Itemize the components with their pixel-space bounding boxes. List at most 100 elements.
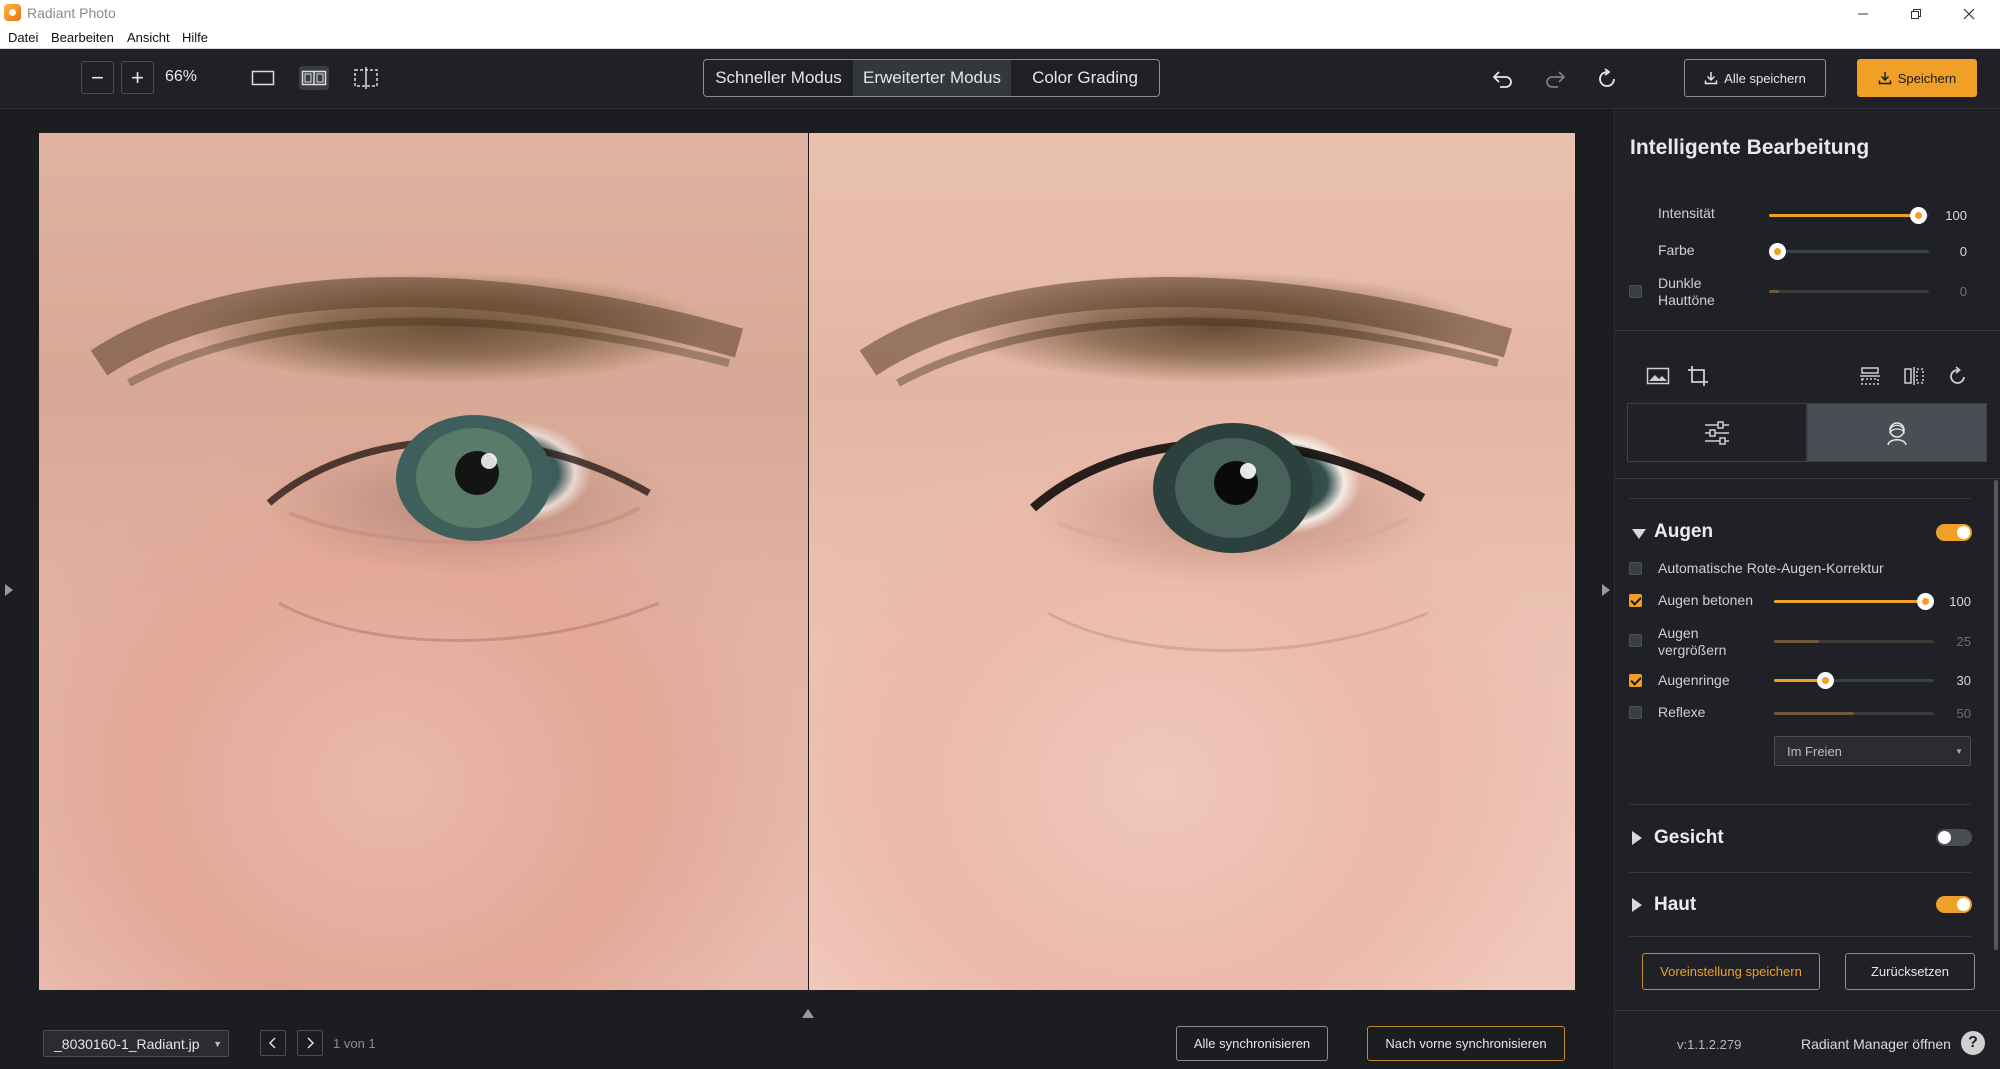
reflections-checkbox[interactable] — [1629, 706, 1642, 719]
dark-skin-checkbox[interactable] — [1629, 285, 1642, 298]
radiant-manager-link[interactable]: Radiant Manager öffnen — [1801, 1036, 1951, 1052]
prev-image-button[interactable] — [260, 1030, 286, 1056]
divider — [1615, 478, 2000, 479]
mode-switcher: Schneller Modus Erweiterter Modus Color … — [703, 59, 1160, 97]
sync-all-button[interactable]: Alle synchronisieren — [1176, 1026, 1328, 1061]
undo-button[interactable] — [1488, 64, 1518, 94]
close-button[interactable] — [1946, 0, 1992, 27]
reflections-mode-select[interactable]: Im Freien ▼ — [1774, 736, 1971, 766]
compare-divider[interactable] — [808, 133, 809, 990]
menu-bar: Datei Bearbeiten Ansicht Hilfe — [0, 27, 2000, 49]
dark-circles-label: Augenringe — [1658, 672, 1730, 688]
crop-icon — [1688, 366, 1708, 386]
haut-toggle[interactable] — [1936, 896, 1972, 913]
enlarge-eyes-checkbox[interactable] — [1629, 634, 1642, 647]
gesicht-toggle[interactable] — [1936, 829, 1972, 846]
expand-triangle-icon[interactable] — [1632, 898, 1642, 912]
collapse-triangle-icon[interactable] — [1632, 529, 1646, 539]
image-tool-button[interactable] — [1645, 363, 1671, 389]
augen-toggle[interactable] — [1936, 524, 1972, 541]
zoom-out-button[interactable]: − — [81, 61, 114, 94]
dark-circles-slider[interactable] — [1774, 672, 1934, 689]
tab-adjustments[interactable] — [1627, 403, 1807, 462]
enlarge-eyes-slider[interactable] — [1774, 640, 1934, 643]
divider — [1629, 872, 1971, 873]
expand-triangle-icon[interactable] — [1632, 831, 1642, 845]
chevron-down-icon: ▼ — [1955, 747, 1963, 756]
save-all-label: Alle speichern — [1724, 70, 1806, 86]
reset-view-button[interactable] — [1592, 64, 1622, 94]
after-image — [808, 133, 1575, 990]
chevron-right-icon — [307, 1037, 315, 1049]
split-view-button[interactable] — [299, 66, 329, 90]
section-augen-title[interactable]: Augen — [1654, 521, 1713, 543]
color-slider[interactable] — [1769, 243, 1929, 260]
file-select[interactable]: _8030160-1_Radiant.jp ▼ — [43, 1030, 229, 1057]
tab-portrait[interactable] — [1807, 403, 1987, 462]
enlarge-eyes-label: Augen vergrößern — [1658, 625, 1727, 658]
save-label: Speichern — [1897, 70, 1957, 86]
crop-tool-button[interactable] — [1685, 363, 1711, 389]
sync-forward-button[interactable]: Nach vorne synchronisieren — [1367, 1026, 1565, 1061]
slider-knob[interactable] — [1917, 593, 1934, 610]
section-haut-title[interactable]: Haut — [1654, 894, 1696, 916]
reflections-slider[interactable] — [1774, 712, 1934, 715]
rotate-button[interactable] — [1945, 363, 1971, 389]
panel-scrollbar[interactable] — [1994, 480, 1998, 950]
enlarge-eyes-value: 25 — [1956, 634, 1971, 649]
split-view-icon — [301, 70, 327, 86]
menu-hilfe[interactable]: Hilfe — [182, 30, 208, 45]
slider-knob[interactable] — [1769, 243, 1786, 260]
zoom-level: 66% — [165, 68, 198, 85]
color-label: Farbe — [1658, 242, 1695, 258]
enhance-eyes-slider[interactable] — [1774, 593, 1934, 610]
compare-slider-button[interactable] — [351, 66, 381, 90]
red-eye-checkbox[interactable] — [1629, 562, 1642, 575]
chevron-left-icon — [268, 1037, 276, 1049]
dark-circles-value: 30 — [1956, 673, 1971, 688]
minimize-button[interactable] — [1840, 0, 1886, 27]
single-view-button[interactable] — [248, 66, 278, 90]
intensity-label: Intensität — [1658, 205, 1715, 221]
dark-skin-label: Dunkle Hauttöne — [1658, 275, 1715, 308]
before-image — [39, 133, 808, 990]
next-image-button[interactable] — [297, 1030, 323, 1056]
divider — [1615, 1010, 2000, 1011]
menu-datei[interactable]: Datei — [8, 30, 38, 45]
save-button[interactable]: Speichern — [1857, 59, 1977, 97]
redo-button[interactable] — [1540, 64, 1570, 94]
menu-bearbeiten[interactable]: Bearbeiten — [51, 30, 114, 45]
zoom-in-button[interactable]: + — [121, 61, 154, 94]
flip-horizontal-button[interactable] — [1901, 363, 1927, 389]
reflections-mode-value: Im Freien — [1787, 744, 1842, 759]
divider — [1629, 804, 1971, 805]
slider-knob[interactable] — [1817, 672, 1834, 689]
tab-color-grading[interactable]: Color Grading — [1011, 60, 1159, 96]
dark-skin-slider[interactable] — [1769, 290, 1929, 293]
dark-circles-checkbox[interactable] — [1629, 674, 1642, 687]
image-icon — [1646, 367, 1670, 385]
help-icon[interactable]: ? — [1961, 1031, 1985, 1055]
reflections-value: 50 — [1956, 706, 1971, 721]
tab-schneller-modus[interactable]: Schneller Modus — [704, 60, 853, 96]
restore-button[interactable] — [1893, 0, 1939, 27]
expand-left-arrow-icon[interactable] — [3, 580, 15, 600]
download-icon — [1878, 72, 1891, 85]
intensity-slider[interactable] — [1769, 207, 1929, 224]
undo-icon — [1492, 71, 1512, 88]
flip-vertical-icon — [1860, 367, 1880, 385]
enhance-eyes-checkbox[interactable] — [1629, 594, 1642, 607]
slider-knob[interactable] — [1910, 207, 1927, 224]
reset-button[interactable]: Zurücksetzen — [1845, 953, 1975, 990]
save-all-button[interactable]: Alle speichern — [1684, 59, 1826, 97]
filmstrip-toggle-icon[interactable] — [800, 1007, 816, 1019]
window-title: Radiant Photo — [27, 5, 116, 21]
menu-ansicht[interactable]: Ansicht — [127, 30, 170, 45]
save-preset-button[interactable]: Voreinstellung speichern — [1642, 953, 1820, 990]
flip-vertical-button[interactable] — [1857, 363, 1883, 389]
expand-right-arrow-icon[interactable] — [1600, 580, 1612, 600]
tab-erweiterter-modus[interactable]: Erweiterter Modus — [853, 60, 1011, 96]
red-eye-label: Automatische Rote-Augen-Korrektur — [1658, 560, 1884, 576]
section-gesicht-title[interactable]: Gesicht — [1654, 827, 1724, 849]
flip-horizontal-icon — [1904, 367, 1924, 385]
